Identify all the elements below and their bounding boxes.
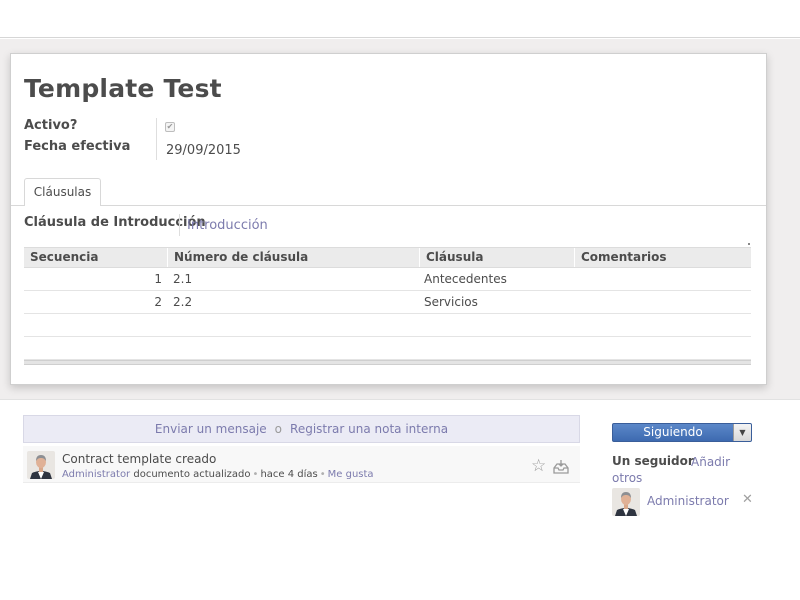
message-title: Contract template creado (62, 452, 217, 466)
column-header-sequence[interactable]: Secuencia (24, 248, 168, 267)
following-button-label: Siguiendo (643, 425, 703, 439)
intro-clause-link[interactable]: Introducción (187, 218, 268, 233)
clause-cell: Servicios (424, 295, 478, 309)
message-action: documento actualizado (133, 469, 251, 480)
follower-item: Administrator ✕ (612, 488, 762, 518)
tab-clausulas[interactable]: Cláusulas (24, 178, 101, 206)
follower-name-link[interactable]: Administrator (647, 494, 729, 508)
like-link[interactable]: Me gusta (328, 469, 374, 480)
active-checkbox[interactable]: ✔ (165, 122, 175, 132)
sequence-cell: 2 (154, 295, 162, 309)
clause-number-cell: 2.2 (173, 295, 193, 309)
column-header-clause-number[interactable]: Número de cláusula (167, 248, 419, 267)
field-separator (156, 118, 157, 160)
bullet-icon: • (252, 469, 259, 480)
avatar-icon (612, 488, 640, 516)
avatar-icon (27, 451, 55, 479)
tab-divider (11, 205, 766, 206)
column-header-comments[interactable]: Comentarios (574, 248, 751, 267)
field-separator (179, 214, 180, 236)
table-row[interactable]: 1 2.1 Antecedentes (24, 268, 751, 291)
chatter-message: Contract template creado Administrator d… (23, 446, 580, 483)
chatter-compose-bar: Enviar un mensaje o Registrar una nota int… (23, 415, 580, 443)
effective-date-label: Fecha efectiva (24, 139, 131, 154)
checkbox-icon: ✔ (166, 122, 174, 131)
star-icon[interactable]: ☆ (531, 458, 546, 475)
clause-number-cell: 2.1 (173, 272, 193, 286)
top-bar (0, 0, 800, 38)
column-header-clause[interactable]: Cláusula (419, 248, 574, 267)
following-button[interactable]: Siguiendo ▼ (612, 423, 752, 442)
message-meta: Administrator documento actualizado • hace… (62, 469, 374, 480)
inbox-icon[interactable] (553, 459, 569, 475)
table-footer (24, 360, 751, 365)
avatar[interactable] (27, 451, 55, 479)
log-note-link[interactable]: Registrar una nota interna (290, 422, 448, 436)
active-field-label: Activo? (24, 118, 78, 133)
table-header: Secuencia Número de cláusula Cláusula Co… (24, 247, 751, 268)
table-row[interactable]: 2 2.2 Servicios (24, 291, 751, 314)
bullet-icon: • (319, 469, 326, 480)
avatar[interactable] (612, 488, 640, 516)
sequence-cell: 1 (154, 272, 162, 286)
add-followers-link[interactable]: Añadir otros (612, 454, 742, 486)
clause-cell: Antecedentes (424, 272, 507, 286)
message-time: hace 4 días (260, 469, 318, 480)
clauses-table: Secuencia Número de cláusula Cláusula Co… (24, 247, 751, 365)
send-message-link[interactable]: Enviar un mensaje (155, 422, 267, 436)
compose-separator: o (274, 422, 283, 436)
table-row-empty (24, 314, 751, 337)
grid-resize-handle[interactable] (748, 243, 750, 245)
chevron-down-icon[interactable]: ▼ (733, 424, 751, 441)
record-title: Template Test (24, 74, 222, 103)
form-sheet: Template Test Activo? Fecha efectiva ✔ 2… (10, 53, 767, 385)
effective-date-value: 29/09/2015 (166, 143, 241, 158)
message-author-link[interactable]: Administrator (62, 469, 130, 480)
inbox-tray-icon (553, 460, 569, 474)
close-icon[interactable]: ✕ (742, 492, 753, 507)
table-row-empty (24, 337, 751, 360)
